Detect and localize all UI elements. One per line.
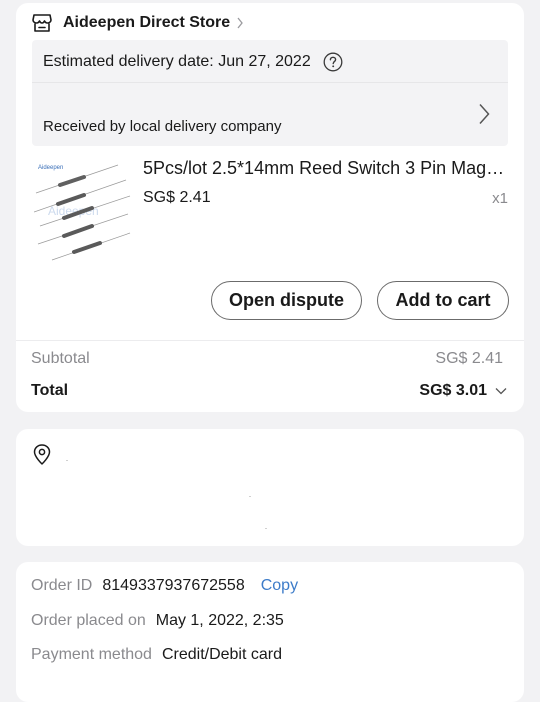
add-to-cart-button[interactable]: Add to cart xyxy=(377,281,509,320)
chevron-right-icon xyxy=(237,17,243,29)
delivery-info[interactable]: Estimated delivery date: Jun 27, 2022 Re… xyxy=(32,40,508,146)
order-placed-label: Order placed on xyxy=(31,612,146,629)
subtotal-label: Subtotal xyxy=(31,350,90,367)
open-dispute-button[interactable]: Open dispute xyxy=(211,281,362,320)
divider xyxy=(16,340,524,341)
address-redacted-mark xyxy=(66,460,68,461)
estimated-delivery-text: Estimated delivery date: Jun 27, 2022 xyxy=(43,53,311,70)
payment-method-label: Payment method xyxy=(31,646,152,663)
divider xyxy=(32,82,508,83)
product-image[interactable]: Aideepen Aideepen xyxy=(34,160,132,263)
estimated-delivery-row: Estimated delivery date: Jun 27, 2022 xyxy=(43,50,343,74)
chevron-right-icon xyxy=(479,103,490,125)
store-icon xyxy=(32,14,52,32)
payment-method-value: Credit/Debit card xyxy=(161,646,282,663)
location-pin-icon xyxy=(33,444,51,465)
order-id-value: 8149337937672558 xyxy=(102,577,245,594)
product-title[interactable]: 5Pcs/lot 2.5*14mm Reed Switch 3 Pin Magn… xyxy=(143,158,513,179)
order-placed-row: Order placed on May 1, 2022, 2:35 xyxy=(31,612,284,630)
address-redacted-mark xyxy=(249,496,251,497)
subtotal-value: SG$ 2.41 xyxy=(435,350,503,367)
order-id-row: Order ID 8149337937672558 Copy xyxy=(31,577,298,595)
order-placed-value: May 1, 2022, 2:35 xyxy=(155,612,284,629)
copy-order-id-link[interactable]: Copy xyxy=(261,577,298,595)
total-label: Total xyxy=(31,382,69,399)
order-id-label: Order ID xyxy=(31,577,93,594)
address-redacted-mark xyxy=(265,528,267,529)
delivery-company-text: Received by local delivery company xyxy=(43,118,282,135)
total-value: SG$ 3.01 xyxy=(419,382,487,399)
shipping-address-card[interactable] xyxy=(16,429,524,546)
help-icon[interactable] xyxy=(323,52,343,72)
store-name: Aideepen Direct Store xyxy=(63,14,231,31)
chevron-down-icon xyxy=(495,388,507,395)
store-order-card: Aideepen Direct Store Estimated delivery… xyxy=(16,3,524,412)
product-price: SG$ 2.41 xyxy=(143,189,211,206)
store-header[interactable]: Aideepen Direct Store xyxy=(32,11,244,35)
product-quantity: x1 xyxy=(492,190,508,207)
thumb-brand-label: Aideepen xyxy=(38,165,63,171)
total-toggle[interactable]: SG$ 3.01 xyxy=(419,382,507,400)
order-info-card: Order ID 8149337937672558 Copy Order pla… xyxy=(16,562,524,702)
reed-switch-image: Aideepen Aideepen xyxy=(34,160,132,263)
payment-method-row: Payment method Credit/Debit card xyxy=(31,646,282,664)
